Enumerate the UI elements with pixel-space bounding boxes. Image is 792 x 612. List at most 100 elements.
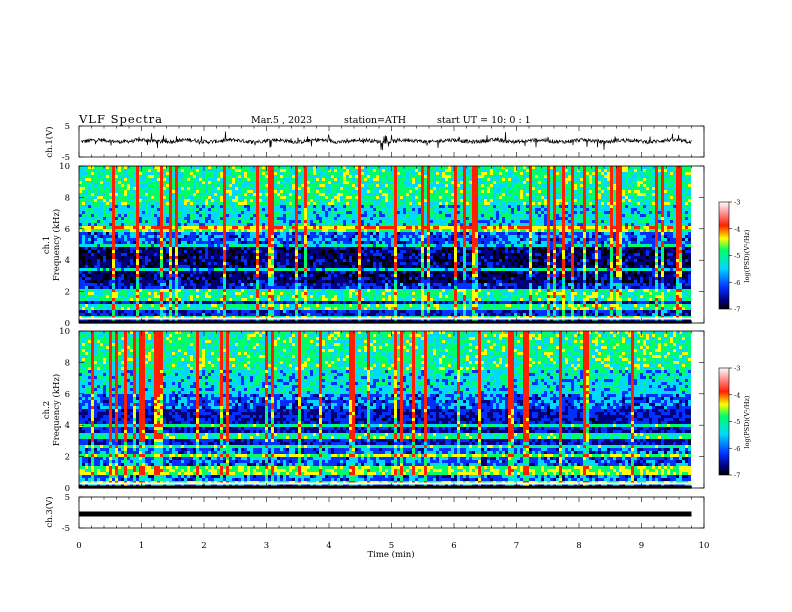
spectrogram-cell bbox=[79, 202, 83, 206]
spectrogram-cell bbox=[163, 217, 167, 221]
spectrogram-cell bbox=[568, 202, 572, 206]
spectrogram-cell bbox=[427, 166, 431, 170]
spectrogram-cell bbox=[427, 247, 431, 251]
spectrogram-cell bbox=[514, 217, 518, 221]
spectrogram-cell bbox=[334, 175, 338, 179]
spectrogram-cell bbox=[154, 244, 158, 248]
spectrogram-cell bbox=[190, 259, 197, 263]
spectrogram-cell bbox=[541, 196, 545, 200]
spectrogram-cell bbox=[673, 196, 677, 200]
spectrogram-cell bbox=[109, 172, 113, 176]
spectrogram-cell bbox=[415, 229, 422, 233]
spectrogram-cell bbox=[361, 217, 365, 221]
spectrogram-cell bbox=[172, 205, 176, 209]
spectrogram-cell bbox=[118, 187, 128, 191]
spectrogram-cell bbox=[226, 232, 236, 236]
spectrogram-cell bbox=[499, 217, 503, 221]
spectrogram-cell bbox=[304, 253, 308, 257]
spectrogram-cell bbox=[106, 259, 113, 263]
spectrogram-cell bbox=[250, 214, 254, 218]
spectrogram-cell bbox=[553, 217, 557, 221]
spectrogram-cell bbox=[388, 250, 395, 254]
spectrogram-cell bbox=[418, 187, 422, 191]
spectrogram-cell bbox=[436, 169, 446, 173]
spectrogram-cell bbox=[427, 235, 431, 239]
spectrogram-cell bbox=[232, 178, 236, 182]
spectrogram-cell bbox=[655, 253, 659, 257]
spectrogram-cell bbox=[85, 211, 89, 215]
spectrogram-cell bbox=[193, 202, 197, 206]
spectrogram-cell bbox=[334, 208, 338, 212]
spectrogram-cell bbox=[445, 172, 455, 176]
spectrogram-cell bbox=[415, 190, 419, 194]
spectrogram-cell bbox=[82, 223, 89, 227]
spectrogram-cell bbox=[226, 247, 230, 251]
spectrogram-cell bbox=[565, 238, 572, 242]
spectrogram-cell bbox=[589, 175, 593, 179]
spectrogram-cell bbox=[307, 166, 314, 170]
spectrogram-cell bbox=[439, 223, 446, 227]
spectrogram-cell bbox=[355, 175, 359, 179]
spectrogram-cell bbox=[238, 178, 242, 182]
spectrogram-cell bbox=[688, 199, 691, 203]
spectrogram-cell bbox=[367, 253, 374, 257]
spectrogram-cell bbox=[289, 214, 296, 218]
spectrogram-cell bbox=[223, 226, 227, 230]
spectrogram-cell bbox=[529, 175, 533, 179]
spectrogram-cell bbox=[658, 196, 662, 200]
spectrogram-cell bbox=[364, 226, 377, 230]
spectrogram-cell bbox=[214, 259, 218, 263]
spectrogram-cell bbox=[547, 208, 551, 212]
spectrogram-cell bbox=[565, 208, 569, 212]
spectrogram-cell bbox=[676, 256, 680, 260]
spectrogram-cell bbox=[598, 262, 605, 266]
spectrogram-cell bbox=[286, 199, 290, 203]
spectrogram-cell bbox=[301, 181, 305, 185]
spectrogram-cell bbox=[79, 181, 83, 185]
spectrogram-cell bbox=[562, 181, 566, 185]
spectrogram-cell bbox=[454, 205, 458, 209]
spectrogram-cell bbox=[514, 211, 524, 215]
spectrogram-cell bbox=[337, 226, 356, 230]
spectrogram-cell bbox=[370, 238, 377, 242]
spectrogram-cell bbox=[277, 172, 281, 176]
spectrogram-cell bbox=[616, 196, 623, 200]
spectrogram-cell bbox=[649, 229, 656, 233]
spectrogram-cell bbox=[214, 187, 218, 191]
spectrogram-cell bbox=[400, 205, 407, 209]
spectrogram-cell bbox=[235, 211, 242, 215]
spectrogram-cell bbox=[163, 181, 170, 185]
spectrogram-cell bbox=[658, 229, 662, 233]
spectrogram-cell bbox=[454, 208, 458, 212]
spectrogram-cell bbox=[439, 166, 449, 170]
spectrogram-cell bbox=[460, 223, 464, 227]
spectrogram-cell bbox=[613, 187, 617, 191]
spectrogram-cell bbox=[676, 220, 683, 224]
spectrogram-cell bbox=[586, 202, 590, 206]
spectrogram-cell bbox=[214, 193, 218, 197]
spectrogram-cell bbox=[649, 187, 653, 191]
spectrogram-cell bbox=[223, 259, 227, 263]
spectrogram-cell bbox=[181, 169, 185, 173]
spectrogram-cell bbox=[574, 190, 578, 194]
spectrogram-cell bbox=[115, 175, 119, 179]
spectrogram-cell bbox=[676, 169, 683, 173]
spectrogram-cell bbox=[649, 211, 653, 215]
spectrogram-cell bbox=[673, 205, 677, 209]
spectrogram-cell bbox=[676, 241, 683, 245]
spectrogram-cell bbox=[595, 211, 599, 215]
spectrogram-cell bbox=[490, 184, 494, 188]
spectrogram-cell bbox=[604, 175, 611, 179]
spectrogram-cell bbox=[268, 229, 275, 233]
spectrogram-cell bbox=[499, 169, 506, 173]
spectrogram-cell bbox=[565, 187, 572, 191]
spectrogram-cell bbox=[643, 253, 647, 257]
spectrogram-cell bbox=[358, 214, 362, 218]
spectrogram-cell bbox=[295, 208, 299, 212]
spectrogram-cell bbox=[619, 256, 623, 260]
spectrogram-cell bbox=[520, 190, 524, 194]
spectrogram-cell bbox=[265, 241, 269, 245]
spectrogram-cell bbox=[139, 232, 143, 236]
spectrogram-cell bbox=[355, 226, 362, 230]
spectrogram-cell bbox=[514, 169, 518, 173]
